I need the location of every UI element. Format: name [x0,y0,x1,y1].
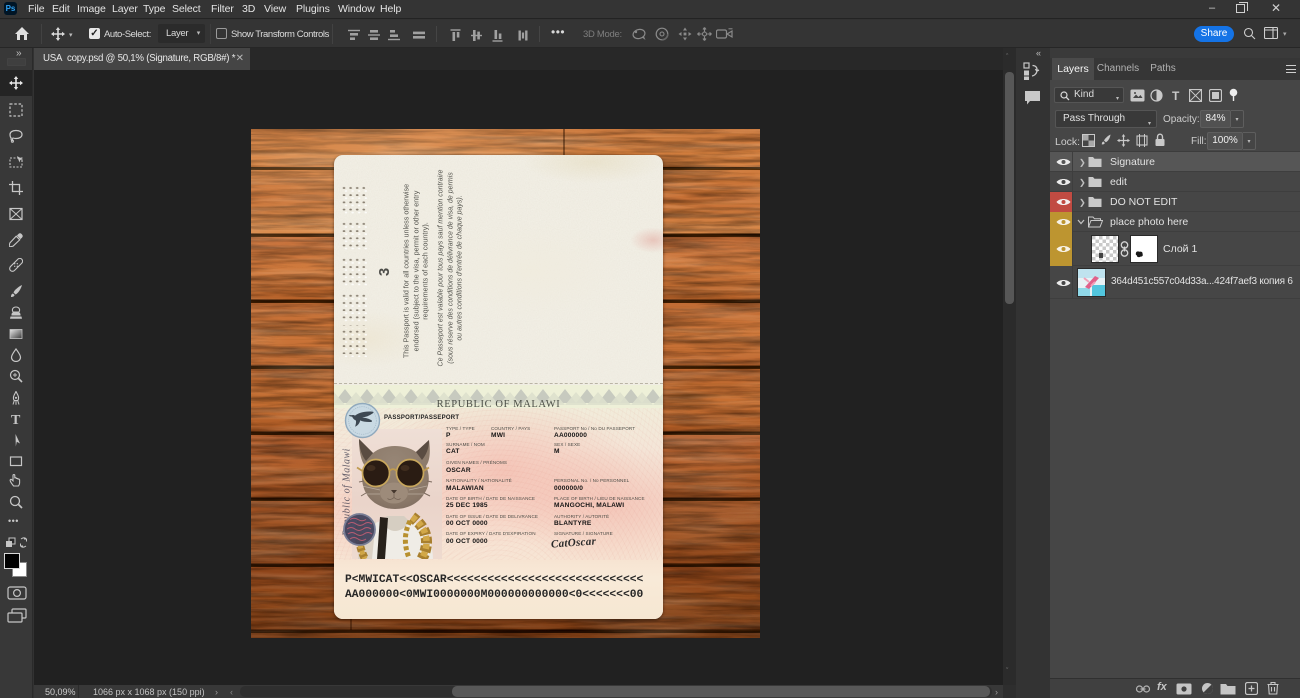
svg-text:T: T [11,413,21,426]
